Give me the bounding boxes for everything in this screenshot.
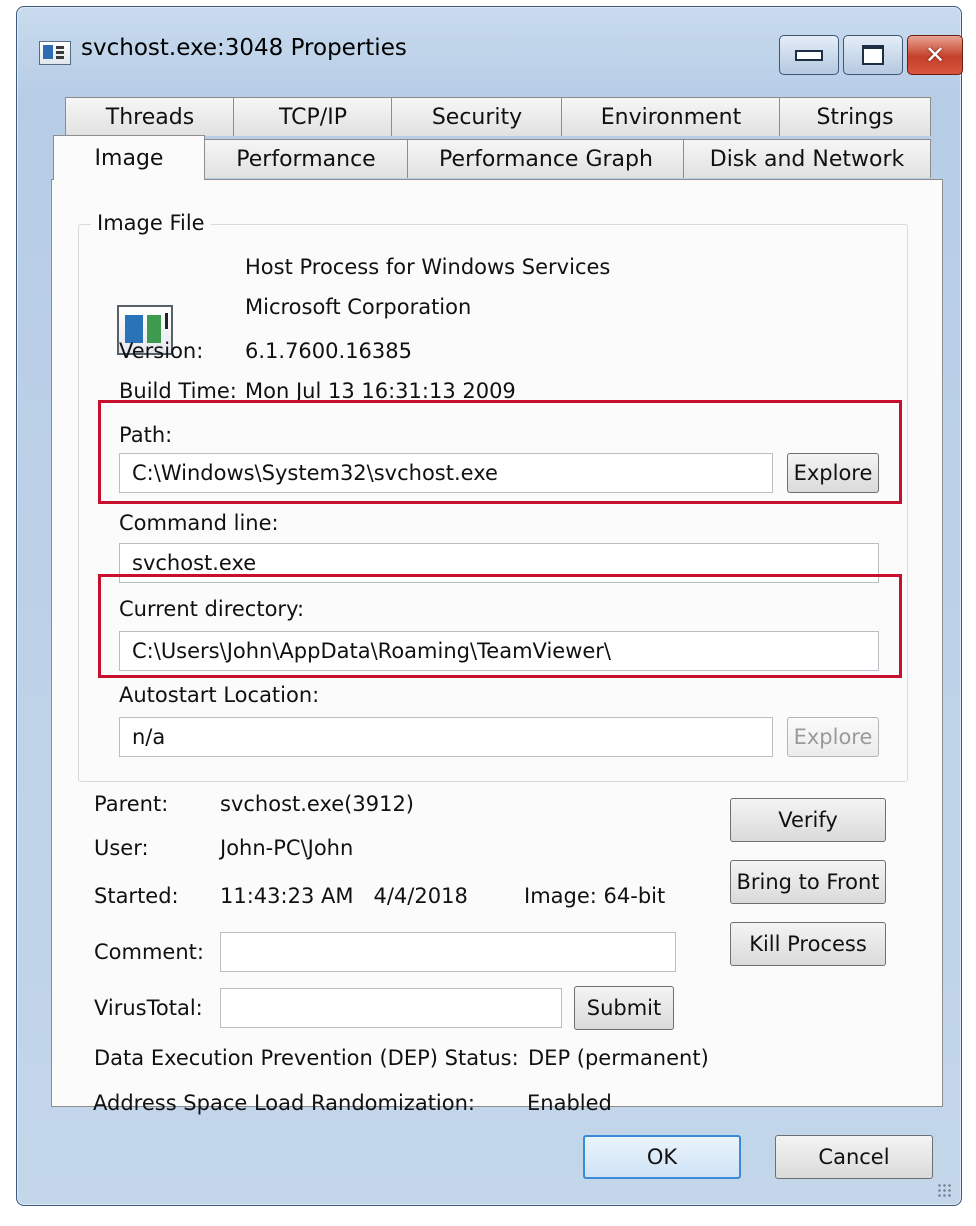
version-label: Version: <box>119 339 204 363</box>
app-icon <box>39 41 71 65</box>
ok-button[interactable]: OK <box>583 1135 741 1179</box>
aslr-value: Enabled <box>527 1091 612 1115</box>
comment-field[interactable] <box>220 932 676 972</box>
current-directory-label: Current directory: <box>119 597 305 621</box>
tab-disk-and-network[interactable]: Disk and Network <box>683 139 931 178</box>
path-explore-button[interactable]: Explore <box>787 453 879 493</box>
parent-value: svchost.exe(3912) <box>220 792 415 816</box>
close-icon: ✕ <box>924 41 946 69</box>
submit-button[interactable]: Submit <box>574 986 674 1030</box>
tab-performance[interactable]: Performance <box>203 139 409 178</box>
parent-label: Parent: <box>94 792 169 816</box>
image-file-group: Image File Host Process for Windows Serv… <box>78 211 908 782</box>
command-line-field[interactable]: svchost.exe <box>119 543 879 583</box>
build-time-label: Build Time: <box>119 379 237 403</box>
autostart-location-field[interactable]: n/a <box>119 717 773 757</box>
tab-image[interactable]: Image <box>53 135 205 180</box>
path-field[interactable]: C:\Windows\System32\svchost.exe <box>119 453 773 493</box>
dep-label: Data Execution Prevention (DEP) Status: <box>94 1046 519 1070</box>
started-label: Started: <box>94 884 179 908</box>
image-file-group-label: Image File <box>91 211 211 235</box>
maximize-button[interactable] <box>843 35 903 75</box>
autostart-location-label: Autostart Location: <box>119 683 320 707</box>
dep-value: DEP (permanent) <box>528 1046 709 1070</box>
tab-tcpip[interactable]: TCP/IP <box>233 97 393 136</box>
virustotal-field[interactable] <box>220 988 562 1028</box>
command-line-label: Command line: <box>119 511 279 535</box>
version-value: 6.1.7600.16385 <box>245 339 412 363</box>
started-value: 11:43:23 AM 4/4/2018 <box>220 884 468 908</box>
title-bar[interactable]: svchost.exe:3048 Properties ✕ <box>17 7 963 93</box>
verify-button[interactable]: Verify <box>730 798 886 842</box>
window-title: svchost.exe:3048 Properties <box>81 35 407 61</box>
image-tab-panel: Image File Host Process for Windows Serv… <box>51 179 943 1107</box>
close-button[interactable]: ✕ <box>907 35 963 75</box>
resize-grip[interactable] <box>937 1183 951 1197</box>
tab-performance-graph[interactable]: Performance Graph <box>407 139 685 178</box>
comment-label: Comment: <box>94 940 204 964</box>
minimize-icon <box>795 49 823 61</box>
file-description: Host Process for Windows Services <box>245 255 611 279</box>
image-bits-value: Image: 64-bit <box>524 884 666 908</box>
properties-window: svchost.exe:3048 Properties ✕ Threads TC… <box>16 6 963 1206</box>
user-label: User: <box>94 836 149 860</box>
virustotal-label: VirusTotal: <box>94 996 203 1020</box>
tab-strings[interactable]: Strings <box>779 97 931 136</box>
cancel-button[interactable]: Cancel <box>775 1135 933 1179</box>
autostart-explore-button[interactable]: Explore <box>787 717 879 757</box>
maximize-icon <box>862 45 884 65</box>
tab-threads[interactable]: Threads <box>65 97 235 136</box>
user-value: John-PC\John <box>220 836 354 860</box>
path-label: Path: <box>119 423 173 447</box>
tab-environment[interactable]: Environment <box>561 97 781 136</box>
minimize-button[interactable] <box>779 35 839 75</box>
company-name: Microsoft Corporation <box>245 295 472 319</box>
tab-security[interactable]: Security <box>391 97 563 136</box>
build-time-value: Mon Jul 13 16:31:13 2009 <box>245 379 516 403</box>
kill-process-button[interactable]: Kill Process <box>730 922 886 966</box>
aslr-label: Address Space Load Randomization: <box>93 1091 475 1115</box>
bring-to-front-button[interactable]: Bring to Front <box>730 860 886 904</box>
current-directory-field[interactable]: C:\Users\John\AppData\Roaming\TeamViewer… <box>119 631 879 671</box>
